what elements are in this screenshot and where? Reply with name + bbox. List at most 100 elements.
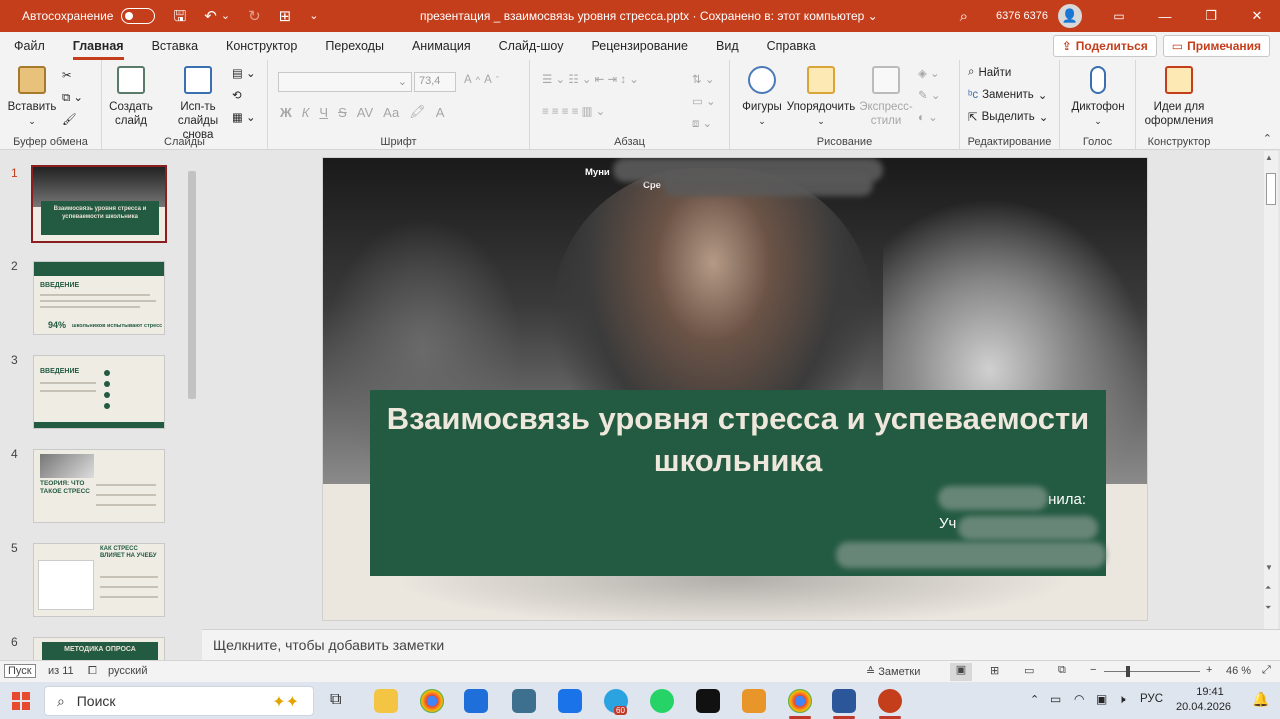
canvas-scroll-thumb[interactable] xyxy=(1266,173,1276,205)
zoom-level[interactable]: 46 % xyxy=(1226,665,1251,677)
normal-view-icon[interactable]: ▣ xyxy=(950,663,972,681)
slide-author-line-2[interactable]: Уч xyxy=(939,515,956,532)
close-icon[interactable]: ✕ xyxy=(1234,8,1280,24)
network-icon[interactable]: ▭ xyxy=(1050,692,1061,706)
undo-dropdown-icon[interactable]: ⌄ xyxy=(221,10,230,22)
search-icon[interactable]: ⌕ xyxy=(960,9,968,24)
char-spacing-button[interactable]: AV xyxy=(357,105,373,120)
minimize-icon[interactable]: — xyxy=(1142,9,1188,24)
find-button[interactable]: ⌕ Найти xyxy=(968,66,1011,79)
slide-thumb-5[interactable]: КАК СТРЕСС ВЛИЯЕТ НА УЧЕБУ xyxy=(33,543,165,617)
scroll-down-icon[interactable]: ▼ xyxy=(1265,563,1273,572)
thumbnail-scrollbar[interactable] xyxy=(185,151,199,660)
zoom-out-icon[interactable]: − xyxy=(1090,664,1096,676)
tab-review[interactable]: Рецензирование xyxy=(577,32,702,60)
store-icon[interactable] xyxy=(464,689,488,713)
comments-button[interactable]: ▭ Примечания xyxy=(1162,35,1270,57)
volume-icon[interactable]: 🕨 xyxy=(1118,692,1126,707)
user-name[interactable]: 6376 6376 xyxy=(996,10,1048,22)
reuse-slides-button[interactable]: Исп-ть слайды снова xyxy=(164,66,232,142)
previous-slide-icon[interactable]: ⏶ xyxy=(1265,583,1271,593)
shapes-button[interactable]: Фигуры ⌄ xyxy=(738,66,786,128)
autosave-control[interactable]: Автосохранение xyxy=(22,8,156,24)
tab-insert[interactable]: Вставка xyxy=(138,32,212,60)
format-painter-icon[interactable]: 🖌 xyxy=(62,112,77,126)
whatsapp-icon[interactable] xyxy=(650,689,674,713)
word-icon[interactable] xyxy=(832,689,856,713)
font-size-field[interactable]: 73,4 xyxy=(414,72,456,92)
slide-title[interactable]: Взаимосвязь уровня стресса и успеваемост… xyxy=(370,398,1106,482)
undo-icon[interactable]: ↶ xyxy=(204,9,217,24)
outlook-icon[interactable] xyxy=(558,689,582,713)
next-slide-icon[interactable]: ⏷ xyxy=(1265,603,1271,613)
tab-animations[interactable]: Анимация xyxy=(398,32,485,60)
font-color-icon[interactable]: A xyxy=(436,105,445,120)
notes-placeholder[interactable]: Щелкните, чтобы добавить заметки xyxy=(213,637,444,653)
change-case-button[interactable]: Аа xyxy=(383,105,399,120)
slide-sorter-icon[interactable]: ⊞ xyxy=(990,664,999,677)
zoom-in-icon[interactable]: + xyxy=(1206,664,1212,676)
input-language[interactable]: РУС xyxy=(1140,693,1163,705)
paste-button[interactable]: Вставить ⌄ xyxy=(6,66,58,128)
fit-to-window-icon[interactable]: ⤢ xyxy=(1262,664,1271,677)
powerpoint-icon[interactable] xyxy=(878,689,902,713)
save-icon[interactable]: 🖫 xyxy=(173,9,186,24)
notifications-icon[interactable]: 🔔 xyxy=(1252,691,1269,708)
smartart-icon[interactable]: ⧈ ⌄ xyxy=(692,116,712,131)
language-label[interactable]: русский xyxy=(108,665,147,677)
title-box[interactable]: Взаимосвязь уровня стресса и успеваемост… xyxy=(370,390,1106,576)
canvas-scrollbar[interactable]: ▲ ▼ ⏶ ⏷ xyxy=(1264,151,1278,629)
notion-icon[interactable] xyxy=(696,689,720,713)
slide-thumb-3[interactable]: ВВЕДЕНИЕ xyxy=(33,355,165,429)
reset-icon[interactable]: ⟲ xyxy=(232,88,242,102)
slide-thumb-6[interactable]: МЕТОДИКА ОПРОСА xyxy=(33,637,165,660)
document-title[interactable]: презентация _ взаимосвязь уровня стресса… xyxy=(420,9,878,23)
tab-transitions[interactable]: Переходы xyxy=(311,32,398,60)
highlight-icon[interactable]: 🖍 xyxy=(409,104,426,120)
zoom-slider[interactable] xyxy=(1104,671,1200,672)
font-grow-icon[interactable]: A ^ Aˇ xyxy=(464,74,499,86)
thumbnail-scroll-thumb[interactable] xyxy=(188,171,196,399)
maximize-icon[interactable]: ❐ xyxy=(1188,8,1234,24)
windows-start-icon[interactable] xyxy=(12,692,30,710)
bold-button[interactable]: Ж xyxy=(280,105,292,120)
tab-file[interactable]: Файл xyxy=(0,32,59,60)
zoom-slider-thumb[interactable] xyxy=(1126,666,1130,677)
italic-button[interactable]: К xyxy=(302,105,310,120)
chrome-icon[interactable] xyxy=(420,689,444,713)
quick-styles-button[interactable]: Экспресс-стили xyxy=(856,66,916,128)
strike-button[interactable]: S xyxy=(338,105,347,120)
sublime-icon[interactable] xyxy=(742,689,766,713)
new-slide-button[interactable]: Создать слайд xyxy=(106,66,156,128)
tab-help[interactable]: Справка xyxy=(753,32,830,60)
align-controls[interactable]: ≡ ≡ ≡ ≡ ▥ ⌄ xyxy=(542,104,605,118)
tab-design[interactable]: Конструктор xyxy=(212,32,311,60)
show-hidden-icons[interactable]: ⌃ xyxy=(1030,693,1039,706)
cut-icon[interactable]: ✂ xyxy=(62,68,72,82)
replace-button[interactable]: ᵇc Заменить ⌄ xyxy=(968,88,1047,102)
spelling-icon[interactable]: ⧠ xyxy=(88,665,97,678)
remote-desktop-icon[interactable] xyxy=(512,689,536,713)
slide-thumb-2[interactable]: ВВЕДЕНИЕ 94% школьников испытывают стрес… xyxy=(33,261,165,335)
redo-icon[interactable]: ↻ xyxy=(248,9,261,24)
ribbon-display-icon[interactable]: ▭ xyxy=(1096,9,1142,23)
section-icon[interactable]: ▦ ⌄ xyxy=(232,110,256,124)
wifi-icon[interactable]: ◠ xyxy=(1074,692,1084,706)
notes-pane[interactable]: Щелкните, чтобы добавить заметки xyxy=(202,629,1280,660)
avatar[interactable]: 👤 xyxy=(1058,4,1082,28)
align-text-icon[interactable]: ▭ ⌄ xyxy=(692,94,716,108)
taskbar-search-input[interactable]: ⌕ Поиск ✦✦ xyxy=(44,686,314,716)
scroll-up-icon[interactable]: ▲ xyxy=(1265,153,1273,162)
present-icon[interactable]: ⊞ xyxy=(279,9,292,24)
clock-date[interactable]: 20.04.2026 xyxy=(1176,701,1231,713)
customize-toolbar-icon[interactable]: ⌄ xyxy=(309,10,318,22)
tab-home[interactable]: Главная xyxy=(59,32,138,60)
task-view-icon[interactable]: ⧉ xyxy=(330,691,341,709)
copy-icon[interactable]: ⧉ ⌄ xyxy=(62,90,83,105)
file-explorer-icon[interactable] xyxy=(374,689,398,713)
autosave-toggle[interactable] xyxy=(121,8,156,24)
tab-view[interactable]: Вид xyxy=(702,32,753,60)
font-name-field[interactable]: ⌄ xyxy=(278,72,412,92)
slideshow-view-icon[interactable]: ⧉ xyxy=(1058,664,1066,677)
underline-button[interactable]: Ч xyxy=(319,105,328,120)
